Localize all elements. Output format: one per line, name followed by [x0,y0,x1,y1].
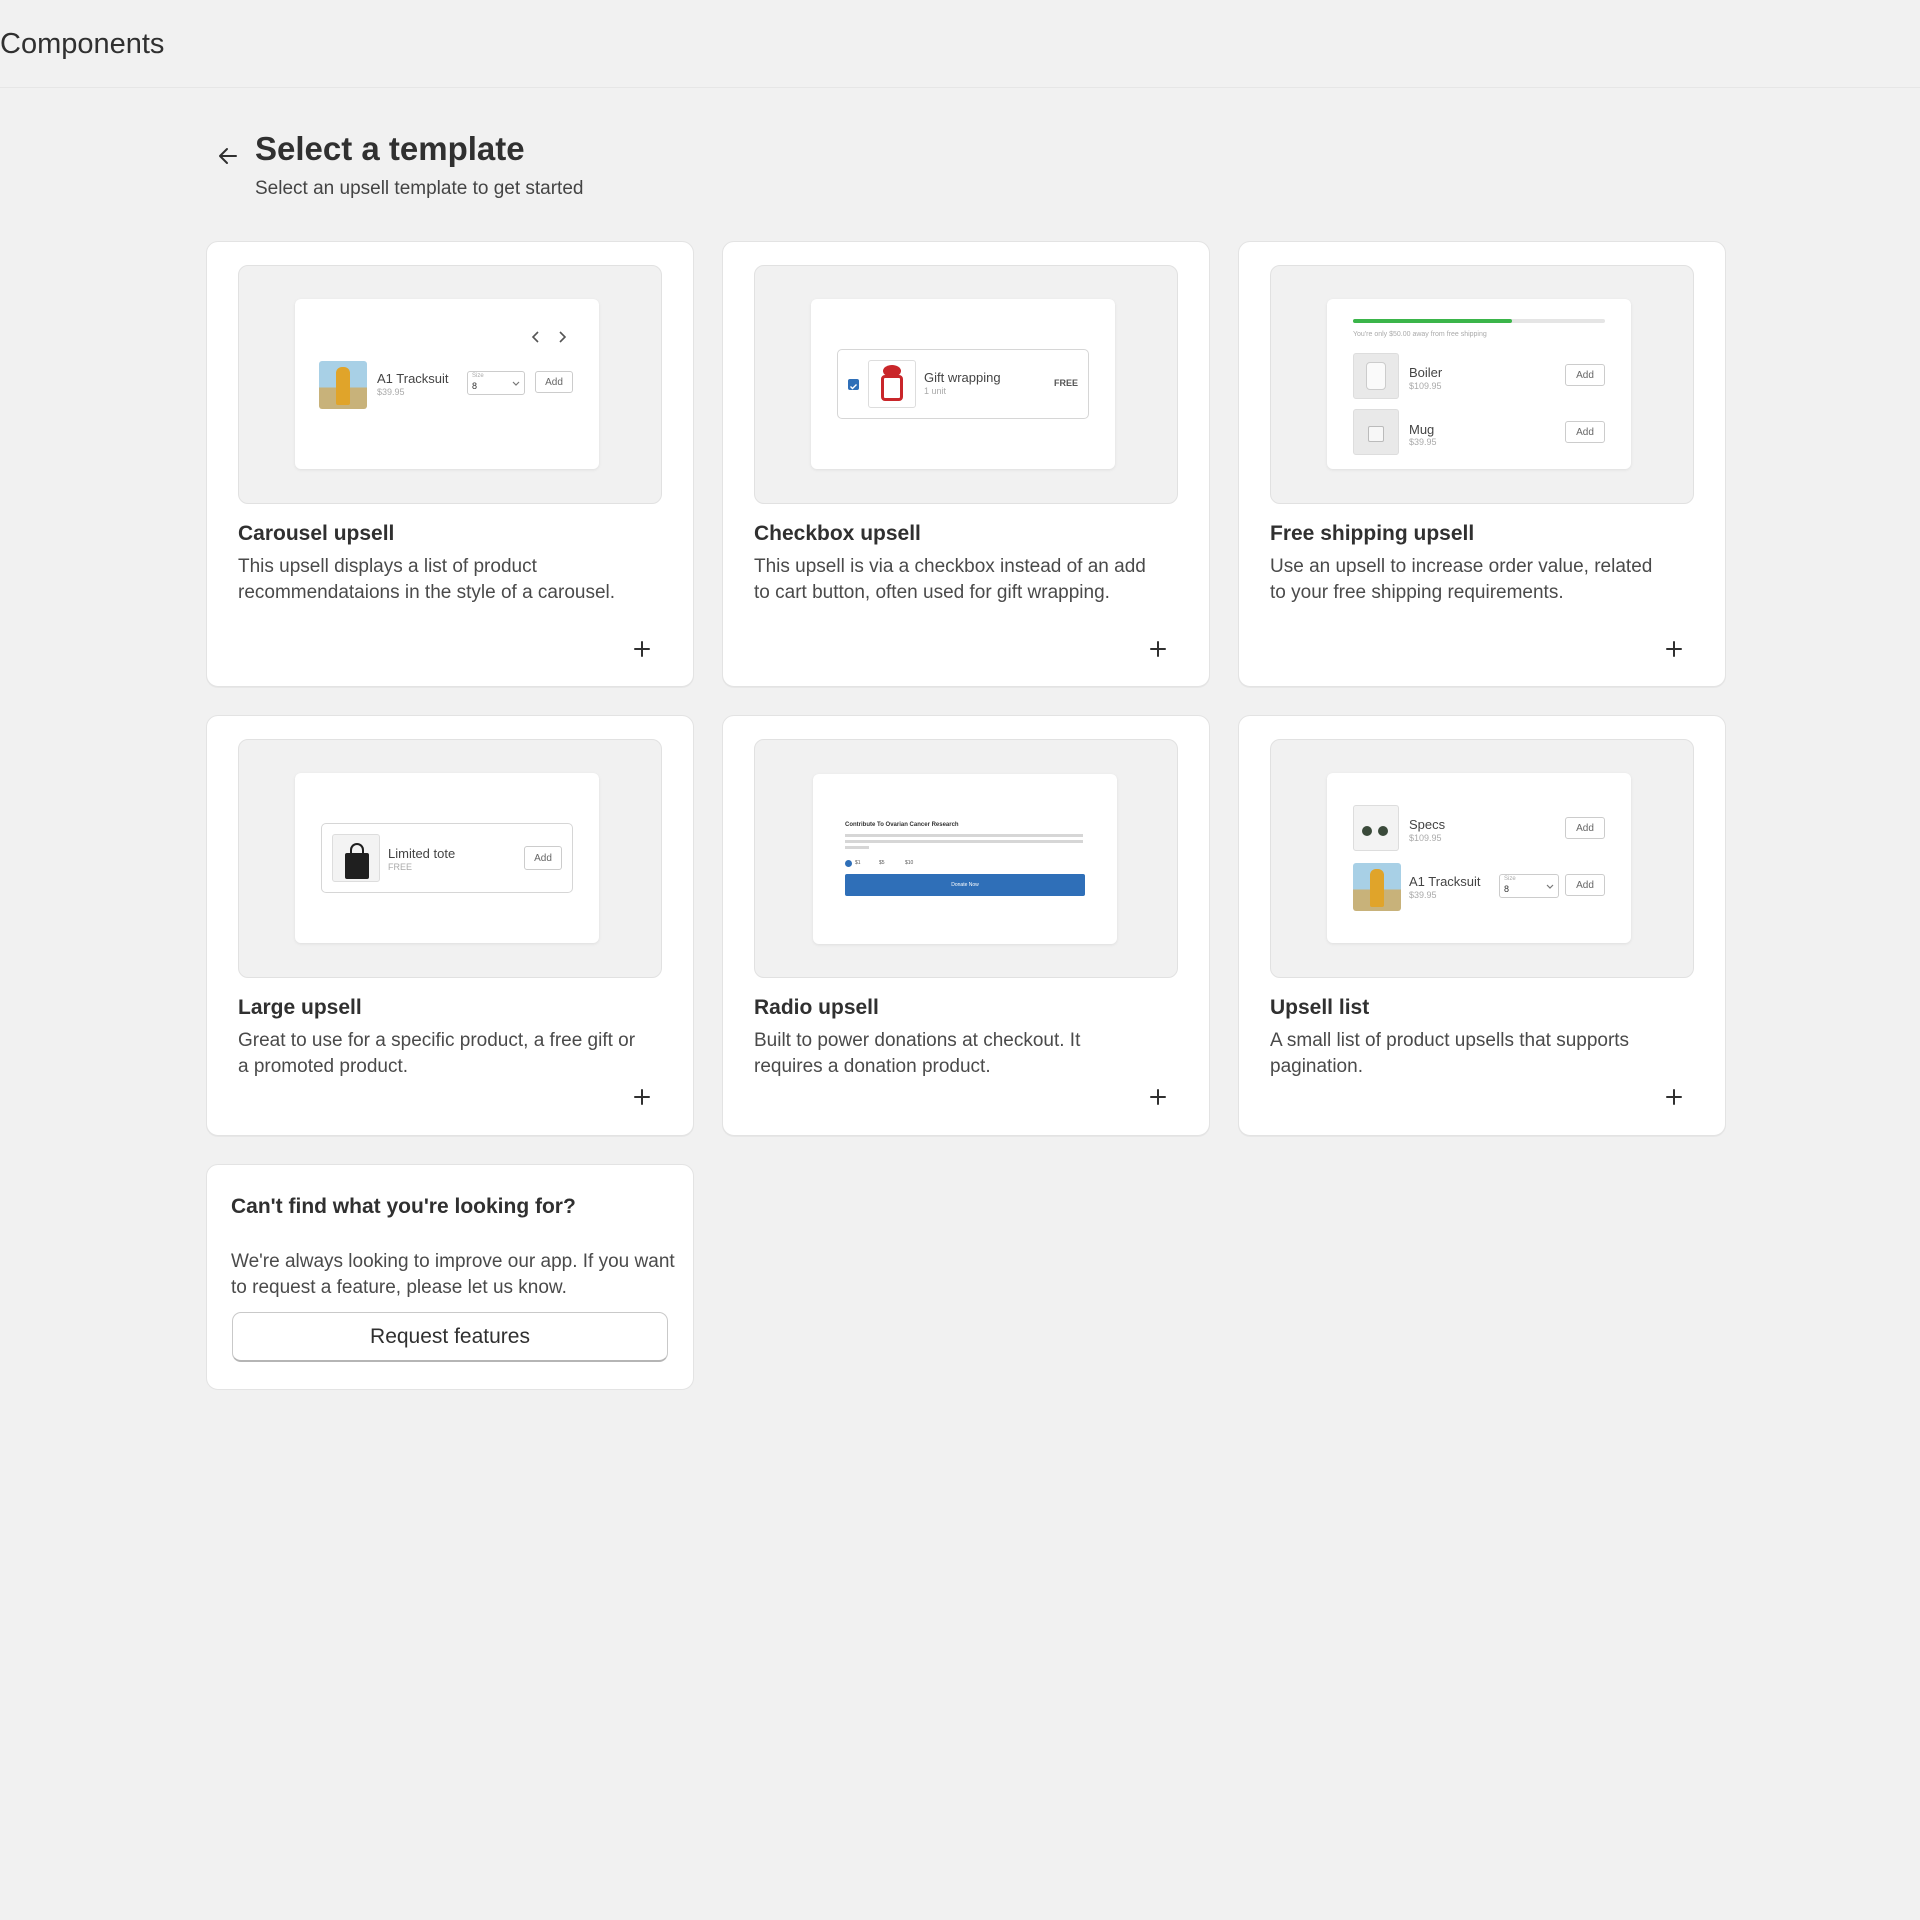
checkbox-checked-icon [848,379,859,390]
template-card-large[interactable]: Limited tote FREE Add Large upsell Great… [206,715,694,1136]
page-subtitle: Select an upsell template to get started [255,178,584,199]
preview-panel: Contribute To Ovarian Cancer Research $1… [813,774,1117,944]
plus-icon [634,641,650,657]
template-title: Upsell list [1270,996,1370,1019]
product-price: $109.95 [1409,381,1442,391]
template-title: Free shipping upsell [1270,522,1475,545]
checkbox-row: Gift wrapping 1 unit FREE [837,349,1089,419]
mug-image [1353,409,1399,455]
add-template-button[interactable] [1145,636,1171,662]
product-price: FREE [388,862,413,872]
top-bar: Components [0,0,1920,88]
template-description: Great to use for a specific product, a f… [238,1030,636,1077]
donation-option: $10 [905,860,914,866]
product-name: Mug [1409,422,1435,437]
radio-selected-icon [845,860,852,867]
request-features-button[interactable]: Request features [232,1312,668,1362]
preview-panel: Specs $109.95 Add A1 Tracksuit $39.95 Si… [1327,773,1631,943]
add-button: Add [1565,364,1605,386]
add-template-button[interactable] [1661,1084,1687,1110]
product-price: $109.95 [1409,833,1442,843]
template-card-checkbox[interactable]: Gift wrapping 1 unit FREE Checkbox upsel… [722,241,1210,687]
add-template-button[interactable] [1661,636,1687,662]
product-image [1353,863,1401,911]
plus-icon [1666,641,1682,657]
product-price: $39.95 [377,387,405,397]
template-preview: Contribute To Ovarian Cancer Research $1… [754,739,1178,978]
product-price: FREE [1053,378,1078,388]
preview-panel: You're only $50.00 away from free shippi… [1327,299,1631,469]
plus-icon [634,1089,650,1105]
preview-panel: A1 Tracksuit $39.95 Size 8 Add [295,299,599,469]
product-name: A1 Tracksuit [1409,874,1481,889]
chevron-left-icon [531,331,539,343]
feature-request-title: Can't find what you're looking for? [231,1195,576,1218]
add-button: Add [1565,874,1605,896]
product-name: Limited tote [388,846,456,861]
back-button[interactable] [208,136,248,176]
donation-option: $5 [879,860,885,866]
add-button: Add [524,846,562,870]
product-image [319,361,367,409]
gift-image [868,360,916,408]
template-description: A small list of product upsells that sup… [1270,1030,1630,1077]
donation-option: $1 [855,860,861,866]
template-card-list[interactable]: Specs $109.95 Add A1 Tracksuit $39.95 Si… [1238,715,1726,1136]
template-preview: Gift wrapping 1 unit FREE [754,265,1178,504]
specs-image [1353,805,1399,851]
chevron-right-icon [559,331,567,343]
donation-heading: Contribute To Ovarian Cancer Research [845,822,959,828]
preview-panel: Limited tote FREE Add [295,773,599,943]
preview-panel: Gift wrapping 1 unit FREE [811,299,1115,469]
product-price: $39.95 [1409,890,1437,900]
tote-image [332,834,380,882]
shipping-progress-text: You're only $50.00 away from free shippi… [1353,331,1487,338]
add-button: Add [1565,421,1605,443]
product-qty: 1 unit [924,386,947,396]
arrow-left-icon [219,148,237,164]
donate-button: Donate Now [845,874,1085,896]
plus-icon [1666,1089,1682,1105]
chevron-down-icon [512,381,520,386]
template-description: This upsell is via a checkbox instead of… [754,556,1146,603]
add-template-button[interactable] [629,636,655,662]
template-description: This upsell displays a list of product r… [238,556,616,603]
add-button: Add [535,371,573,393]
size-select: Size 8 [467,371,525,395]
feature-request-text: We're always looking to improve our app.… [231,1251,675,1298]
size-select: Size 8 [1499,874,1559,898]
product-name: Boiler [1409,365,1443,380]
plus-icon [1150,641,1166,657]
product-price: $39.95 [1409,437,1437,447]
template-description: Use an upsell to increase order value, r… [1270,556,1653,603]
page-title: Select a template [255,130,525,167]
add-template-button[interactable] [1145,1084,1171,1110]
add-template-button[interactable] [629,1084,655,1110]
template-card-free-shipping[interactable]: You're only $50.00 away from free shippi… [1238,241,1726,687]
product-name: A1 Tracksuit [377,371,449,386]
template-preview: Limited tote FREE Add [238,739,662,978]
product-name: Gift wrapping [924,370,1001,385]
template-preview: Specs $109.95 Add A1 Tracksuit $39.95 Si… [1270,739,1694,978]
boiler-image [1353,353,1399,399]
template-preview: You're only $50.00 away from free shippi… [1270,265,1694,504]
template-preview: A1 Tracksuit $39.95 Size 8 Add [238,265,662,504]
app-title: Components [0,28,165,60]
chevron-down-icon [1546,884,1554,889]
product-name: Specs [1409,817,1446,832]
large-upsell-row: Limited tote FREE Add [321,823,573,893]
add-button: Add [1565,817,1605,839]
plus-icon [1150,1089,1166,1105]
template-title: Radio upsell [754,996,879,1019]
template-title: Checkbox upsell [754,522,921,545]
template-title: Large upsell [238,996,362,1019]
feature-request-card: Can't find what you're looking for? We'r… [206,1164,694,1390]
template-title: Carousel upsell [238,522,395,545]
template-description: Built to power donations at checkout. It… [754,1030,1081,1077]
shipping-progress-bar [1353,319,1605,323]
template-card-radio[interactable]: Contribute To Ovarian Cancer Research $1… [722,715,1210,1136]
template-card-carousel[interactable]: A1 Tracksuit $39.95 Size 8 Add Carousel … [206,241,694,687]
